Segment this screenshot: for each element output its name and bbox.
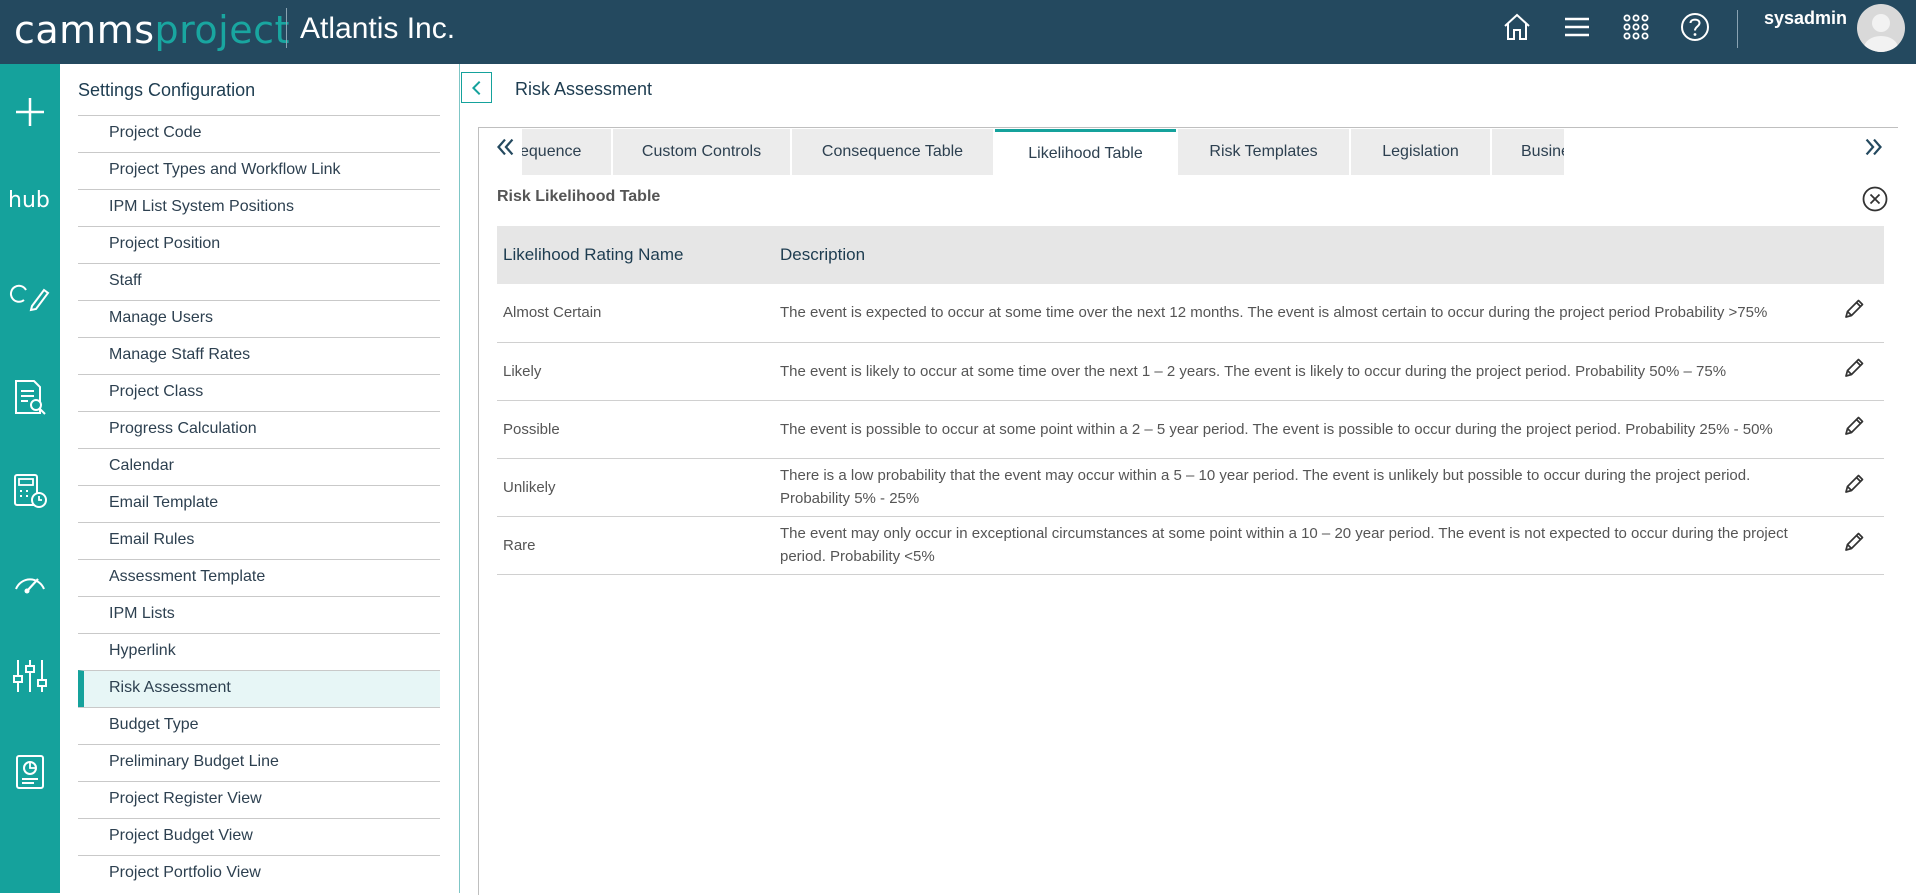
hub-icon[interactable]: hub <box>8 188 50 213</box>
description-cell: The event is possible to occur at some p… <box>774 400 1824 459</box>
column-header-description[interactable]: Description <box>774 226 1824 284</box>
avatar[interactable] <box>1857 4 1905 52</box>
row-actions-cell <box>1824 516 1884 575</box>
plus-icon[interactable] <box>8 90 52 134</box>
tab-business-process[interactable]: Business Process <box>1492 129 1564 175</box>
divider <box>286 8 287 48</box>
username[interactable]: sysadmin <box>1764 8 1847 29</box>
settings-item-progress-calculation[interactable]: Progress Calculation <box>78 411 440 448</box>
settings-item-preliminary-budget-line[interactable]: Preliminary Budget Line <box>78 744 440 781</box>
table-title: Risk Likelihood Table <box>497 188 661 205</box>
document-search-icon[interactable] <box>8 375 52 419</box>
tab-equence[interactable]: equence <box>522 129 611 175</box>
settings-item-email-template[interactable]: Email Template <box>78 485 440 522</box>
edit-icon[interactable] <box>1841 532 1867 559</box>
apps-grid-icon[interactable] <box>1619 10 1653 44</box>
settings-item-project-position[interactable]: Project Position <box>78 226 440 263</box>
table-header-row: Likelihood Rating Name Description <box>497 226 1884 284</box>
edit-cycle-icon[interactable] <box>8 276 52 320</box>
description-cell: There is a low probability that the even… <box>774 458 1824 517</box>
settings-item-email-rules[interactable]: Email Rules <box>78 522 440 559</box>
row-actions-cell <box>1824 458 1884 517</box>
row-actions-cell <box>1824 400 1884 459</box>
page-title: Risk Assessment <box>515 79 653 99</box>
edit-icon[interactable] <box>1841 358 1867 385</box>
settings-item-project-code[interactable]: Project Code <box>78 115 440 152</box>
collapse-sidebar-button[interactable] <box>461 72 492 103</box>
rating-name-cell: Rare <box>497 516 774 575</box>
table-row: Likely The event is likely to occur at so… <box>497 342 1884 401</box>
company-name: Atlantis Inc. <box>300 12 456 45</box>
settings-sidebar: Settings Configuration Project Code Proje… <box>60 64 460 893</box>
settings-item-project-class[interactable]: Project Class <box>78 374 440 411</box>
settings-item-manage-users[interactable]: Manage Users <box>78 300 440 337</box>
divider <box>1737 10 1738 48</box>
left-rail: hub <box>0 64 60 893</box>
chevron-left-icon <box>471 80 480 95</box>
settings-item-project-budget-view[interactable]: Project Budget View <box>78 818 440 855</box>
settings-item-manage-staff-rates[interactable]: Manage Staff Rates <box>78 337 440 374</box>
rating-name-cell: Likely <box>497 342 774 401</box>
close-icon[interactable] <box>1861 185 1889 213</box>
settings-title: Settings Configuration <box>78 80 256 100</box>
settings-item-hyperlink[interactable]: Hyperlink <box>78 633 440 670</box>
report-icon[interactable] <box>8 750 52 794</box>
sliders-icon[interactable] <box>8 654 52 698</box>
description-cell: The event is likely to occur at some tim… <box>774 342 1824 401</box>
description-cell: The event may only occur in exceptional … <box>774 516 1824 575</box>
row-actions-cell <box>1824 284 1884 343</box>
logo-part-a: camms <box>14 8 155 52</box>
column-header-rating-name[interactable]: Likelihood Rating Name <box>497 226 774 284</box>
column-header-actions <box>1824 226 1884 284</box>
gauge-icon[interactable] <box>8 561 52 605</box>
settings-item-ipm-lists[interactable]: IPM Lists <box>78 596 440 633</box>
table-row: Unlikely There is a low probability that … <box>497 458 1884 517</box>
row-actions-cell <box>1824 342 1884 401</box>
edit-icon[interactable] <box>1841 299 1867 326</box>
description-cell: The event is expected to occur at some t… <box>774 284 1824 343</box>
tab-custom-controls[interactable]: Custom Controls <box>613 129 790 175</box>
tabs-scroll-right-icon[interactable] <box>1861 134 1887 167</box>
settings-item-staff[interactable]: Staff <box>78 263 440 300</box>
calculator-clock-icon[interactable] <box>8 469 52 513</box>
likelihood-table: Likelihood Rating Name Description Almos… <box>497 226 1884 575</box>
tab-consequence-table[interactable]: Consequence Table <box>792 129 993 175</box>
top-bar: cammsproject Atlantis Inc. sysadmin <box>0 0 1916 64</box>
settings-item-assessment-template[interactable]: Assessment Template <box>78 559 440 596</box>
settings-list: Project Code Project Types and Workflow L… <box>78 115 440 892</box>
table-row: Almost Certain The event is expected to o… <box>497 284 1884 343</box>
tabs-scroll-left-icon[interactable] <box>492 134 518 167</box>
menu-icon[interactable] <box>1560 10 1594 44</box>
home-icon[interactable] <box>1500 10 1534 44</box>
rating-name-cell: Almost Certain <box>497 284 774 343</box>
settings-item-calendar[interactable]: Calendar <box>78 448 440 485</box>
settings-item-project-register-view[interactable]: Project Register View <box>78 781 440 818</box>
tab-bar: equence Custom Controls Consequence Table L… <box>522 129 1564 175</box>
tab-likelihood-table[interactable]: Likelihood Table <box>995 129 1176 175</box>
settings-item-budget-type[interactable]: Budget Type <box>78 707 440 744</box>
rating-name-cell: Unlikely <box>497 458 774 517</box>
app-logo[interactable]: cammsproject <box>14 8 290 52</box>
tab-legislation[interactable]: Legislation <box>1351 129 1490 175</box>
logo-part-b: project <box>154 8 290 52</box>
settings-item-project-types-and-workflow-link[interactable]: Project Types and Workflow Link <box>78 152 440 189</box>
main-content: Risk Assessment equence Custom Controls Co… <box>461 64 1916 895</box>
help-icon[interactable] <box>1678 10 1712 44</box>
settings-item-ipm-list-system-positions[interactable]: IPM List System Positions <box>78 189 440 226</box>
settings-item-project-portfolio-view[interactable]: Project Portfolio View <box>78 855 440 892</box>
edit-icon[interactable] <box>1841 416 1867 443</box>
rating-name-cell: Possible <box>497 400 774 459</box>
settings-item-risk-assessment[interactable]: Risk Assessment <box>78 670 440 707</box>
edit-icon[interactable] <box>1841 474 1867 501</box>
tab-risk-templates[interactable]: Risk Templates <box>1178 129 1349 175</box>
table-row: Possible The event is possible to occur a… <box>497 400 1884 459</box>
table-row: Rare The event may only occur in exceptio… <box>497 516 1884 575</box>
